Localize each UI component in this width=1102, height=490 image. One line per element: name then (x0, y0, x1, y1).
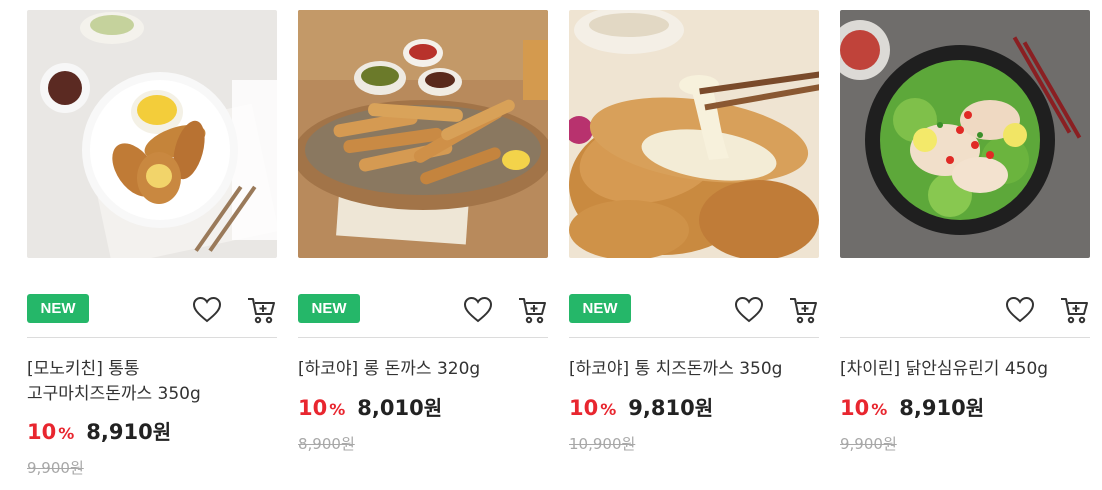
product-image[interactable] (840, 10, 1090, 258)
divider (569, 337, 819, 338)
discount-unit: % (329, 400, 346, 419)
product-name-line: [차이린] 닭안심유린기 450g (840, 359, 1049, 379)
sale-price: 8,910 (899, 396, 966, 420)
product-actions: NEW (569, 290, 819, 330)
original-price: 9,900원 (840, 435, 897, 453)
discount-rate: 10 (569, 396, 599, 420)
sale-price: 9,810 (628, 396, 695, 420)
product-photo-cutlet-cheese (27, 10, 277, 258)
cart-icon (1061, 298, 1088, 324)
product-image[interactable] (27, 10, 277, 258)
product-actions: NEW (298, 290, 548, 330)
wishlist-button[interactable] (729, 290, 769, 330)
divider (27, 337, 277, 338)
product-name-line: [하코야] 롱 돈까스 320g (298, 359, 481, 379)
add-to-cart-button[interactable] (513, 290, 553, 330)
heart-icon (192, 296, 222, 323)
discount-rate: 10 (840, 396, 870, 420)
price-row: 10% 8,910 원 (27, 416, 171, 446)
divider (298, 337, 548, 338)
heart-icon (1005, 296, 1035, 323)
original-price: 9,900원 (27, 459, 84, 477)
product-name[interactable]: [하코야] 롱 돈까스 320g (298, 357, 548, 382)
product-actions (840, 290, 1090, 330)
new-badge: NEW (27, 294, 89, 323)
discount-unit: % (871, 400, 888, 419)
discount-rate: 10 (298, 396, 328, 420)
product-name[interactable]: [차이린] 닭안심유린기 450g (840, 357, 1090, 382)
product-image[interactable] (569, 10, 819, 258)
product-name-line: 고구마치즈돈까스 350g (27, 384, 201, 404)
divider (840, 337, 1090, 338)
product-photo-long-cutlets (298, 10, 548, 258)
cart-icon (790, 298, 817, 324)
new-badge: NEW (298, 294, 360, 323)
product-photo-chicken-salad (840, 10, 1090, 258)
cart-icon (519, 298, 546, 324)
price-row: 10% 9,810 원 (569, 392, 713, 422)
price-row: 10% 8,910 원 (840, 392, 984, 422)
wishlist-button[interactable] (187, 290, 227, 330)
heart-icon (463, 296, 493, 323)
product-name-line: [하코야] 통 치즈돈까스 350g (569, 359, 783, 379)
price-row: 10% 8,010 원 (298, 392, 442, 422)
discount-unit: % (58, 424, 75, 443)
original-price: 8,900원 (298, 435, 355, 453)
product-grid: NEW [모노키친] 통통 고구마치즈돈까스 350g 10% 8,910 원 9… (0, 0, 1102, 490)
currency: 원 (694, 396, 714, 420)
product-actions: NEW (27, 290, 277, 330)
add-to-cart-button[interactable] (242, 290, 282, 330)
currency: 원 (423, 396, 443, 420)
product-name[interactable]: [하코야] 통 치즈돈까스 350g (569, 357, 819, 382)
original-price: 10,900원 (569, 435, 636, 453)
product-name[interactable]: [모노키친] 통통 고구마치즈돈까스 350g (27, 357, 277, 407)
wishlist-button[interactable] (1000, 290, 1040, 330)
product-photo-cheese-cutlet (569, 10, 819, 258)
wishlist-button[interactable] (458, 290, 498, 330)
new-badge: NEW (569, 294, 631, 323)
currency: 원 (152, 420, 172, 444)
sale-price: 8,010 (357, 396, 424, 420)
add-to-cart-button[interactable] (784, 290, 824, 330)
product-image[interactable] (298, 10, 548, 258)
product-name-line: [모노키친] 통통 (27, 359, 140, 379)
sale-price: 8,910 (86, 420, 153, 444)
product-card[interactable]: [차이린] 닭안심유린기 450g 10% 8,910 원 9,900원 (840, 10, 1090, 485)
discount-unit: % (600, 400, 617, 419)
product-card[interactable]: NEW [모노키친] 통통 고구마치즈돈까스 350g 10% 8,910 원 9… (27, 10, 277, 485)
product-card[interactable]: NEW [하코야] 롱 돈까스 320g 10% 8,010 원 8,900원 (298, 10, 548, 485)
product-card[interactable]: NEW [하코야] 통 치즈돈까스 350g 10% 9,810 원 10,900… (569, 10, 819, 485)
heart-icon (734, 296, 764, 323)
add-to-cart-button[interactable] (1055, 290, 1095, 330)
cart-icon (248, 298, 275, 324)
discount-rate: 10 (27, 420, 57, 444)
currency: 원 (965, 396, 985, 420)
